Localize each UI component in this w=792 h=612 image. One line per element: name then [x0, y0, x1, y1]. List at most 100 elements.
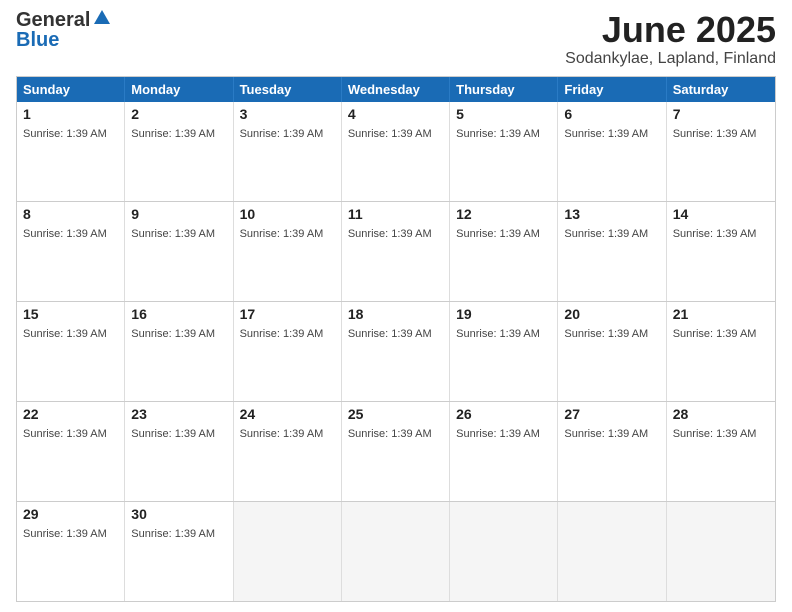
header-thursday: Thursday: [450, 77, 558, 102]
day-cell-30: 30 Sunrise: 1:39 AM: [125, 502, 233, 601]
day-number: 28: [673, 406, 769, 422]
day-number: 7: [673, 106, 769, 122]
sunrise-text: Sunrise: 1:39 AM: [564, 328, 648, 340]
day-cell-13: 13 Sunrise: 1:39 AM: [558, 202, 666, 301]
sunrise-text: Sunrise: 1:39 AM: [23, 228, 107, 240]
calendar: Sunday Monday Tuesday Wednesday Thursday…: [16, 76, 776, 602]
day-cell-2: 2 Sunrise: 1:39 AM: [125, 102, 233, 201]
header-saturday: Saturday: [667, 77, 775, 102]
day-cell-12: 12 Sunrise: 1:39 AM: [450, 202, 558, 301]
week-5: 29 Sunrise: 1:39 AM 30 Sunrise: 1:39 AM: [17, 501, 775, 601]
day-cell-8: 8 Sunrise: 1:39 AM: [17, 202, 125, 301]
day-cell-17: 17 Sunrise: 1:39 AM: [234, 302, 342, 401]
sunrise-text: Sunrise: 1:39 AM: [23, 328, 107, 340]
day-cell-11: 11Sunrise: 1:39 AM: [342, 202, 450, 301]
day-number: 20: [564, 306, 659, 322]
day-cell-3: 3 Sunrise: 1:39 AM: [234, 102, 342, 201]
logo-general-text: General: [16, 10, 90, 30]
sunrise-text: Sunrise: 1:39 AM: [131, 128, 215, 140]
empty-cell: [558, 502, 666, 601]
day-cell-16: 16 Sunrise: 1:39 AM: [125, 302, 233, 401]
day-number: 13: [564, 206, 659, 222]
day-cell-25: 25Sunrise: 1:39 AM: [342, 402, 450, 501]
day-number: 1: [23, 106, 118, 122]
day-number: 8: [23, 206, 118, 222]
title-block: June 2025 Sodankylae, Lapland, Finland: [565, 10, 776, 68]
day-number: 11: [348, 206, 443, 222]
day-cell-10: 10 Sunrise: 1:39 AM: [234, 202, 342, 301]
day-cell-19: 19 Sunrise: 1:39 AM: [450, 302, 558, 401]
day-cell-26: 26Sunrise: 1:39 AM: [450, 402, 558, 501]
day-number: 6: [564, 106, 659, 122]
empty-cell: [450, 502, 558, 601]
day-number: 5: [456, 106, 551, 122]
day-number: 10: [240, 206, 335, 222]
day-number: 16: [131, 306, 226, 322]
day-number: 3: [240, 106, 335, 122]
sunrise-text: Sunrise: 1:39 AM: [131, 528, 215, 540]
header-friday: Friday: [558, 77, 666, 102]
day-cell-18: 18 Sunrise: 1:39 AM: [342, 302, 450, 401]
location: Sodankylae, Lapland, Finland: [565, 50, 776, 68]
day-number: 22: [23, 406, 118, 422]
sunrise-text: Sunrise: 1:39 AM: [564, 428, 648, 440]
sunrise-text: Sunrise: 1:39 AM: [456, 328, 540, 340]
day-number: 9: [131, 206, 226, 222]
empty-cell: [234, 502, 342, 601]
sunrise-text: Sunrise: 1:39 AM: [131, 328, 215, 340]
sunrise-text: Sunrise: 1:39 AM: [348, 128, 432, 140]
day-cell-24: 24 Sunrise: 1:39 AM: [234, 402, 342, 501]
empty-cell: [667, 502, 775, 601]
day-number: 21: [673, 306, 769, 322]
day-number: 19: [456, 306, 551, 322]
week-2: 8 Sunrise: 1:39 AM 9 Sunrise: 1:39 AM 10 Sunr…: [17, 201, 775, 301]
day-number: 2: [131, 106, 226, 122]
header-sunday: Sunday: [17, 77, 125, 102]
day-cell-21: 21Sunrise: 1:39 AM: [667, 302, 775, 401]
logo-blue-text: Blue: [16, 29, 59, 51]
sunrise-text: Sunrise: 1:39 AM: [348, 328, 432, 340]
day-number: 27: [564, 406, 659, 422]
month-year: June 2025: [565, 10, 776, 50]
sunrise-text: Sunrise: 1:39 AM: [240, 228, 324, 240]
week-4: 22Sunrise: 1:39 AM23Sunrise: 1:39 AM24Su…: [17, 401, 775, 501]
sunrise-text: Sunrise: 1:39 AM: [131, 228, 215, 240]
header: General Blue June 2025 Sodankylae, Lapla…: [16, 10, 776, 68]
header-monday: Monday: [125, 77, 233, 102]
sunrise-text: Sunrise: 1:39 AM: [456, 128, 540, 140]
day-number: 17: [240, 306, 335, 322]
day-number: 24: [240, 406, 335, 422]
day-cell-7: 7Sunrise: 1:39 AM: [667, 102, 775, 201]
sunrise-text: Sunrise: 1:39 AM: [240, 428, 324, 440]
day-cell-4: 4 Sunrise: 1:39 AM: [342, 102, 450, 201]
day-number: 14: [673, 206, 769, 222]
sunrise-text: Sunrise: 1:39 AM: [456, 228, 540, 240]
day-cell-1: 1Sunrise: 1:39 AM: [17, 102, 125, 201]
sunrise-text: Sunrise: 1:39 AM: [673, 428, 757, 440]
day-number: 4: [348, 106, 443, 122]
day-cell-9: 9 Sunrise: 1:39 AM: [125, 202, 233, 301]
day-cell-27: 27 Sunrise: 1:39 AM: [558, 402, 666, 501]
day-number: 12: [456, 206, 551, 222]
empty-cell: [342, 502, 450, 601]
sunrise-text: Sunrise: 1:39 AM: [240, 328, 324, 340]
day-cell-6: 6 Sunrise: 1:39 AM: [558, 102, 666, 201]
day-cell-14: 14Sunrise: 1:39 AM: [667, 202, 775, 301]
day-number: 23: [131, 406, 226, 422]
day-number: 15: [23, 306, 118, 322]
logo-triangle-icon: [94, 10, 110, 28]
day-number: 18: [348, 306, 443, 322]
sunrise-text: Sunrise: 1:39 AM: [23, 528, 107, 540]
day-cell-5: 5 Sunrise: 1:39 AM: [450, 102, 558, 201]
day-cell-22: 22Sunrise: 1:39 AM: [17, 402, 125, 501]
sunrise-text: Sunrise: 1:39 AM: [240, 128, 324, 140]
page: General Blue June 2025 Sodankylae, Lapla…: [0, 0, 792, 612]
day-number: 29: [23, 506, 118, 522]
logo: General Blue: [16, 10, 110, 50]
week-1: 1Sunrise: 1:39 AM2Sunrise: 1:39 AM3Sunri…: [17, 102, 775, 201]
sunrise-text: Sunrise: 1:39 AM: [564, 128, 648, 140]
day-cell-23: 23Sunrise: 1:39 AM: [125, 402, 233, 501]
header-wednesday: Wednesday: [342, 77, 450, 102]
sunrise-text: Sunrise: 1:39 AM: [564, 228, 648, 240]
day-number: 30: [131, 506, 226, 522]
